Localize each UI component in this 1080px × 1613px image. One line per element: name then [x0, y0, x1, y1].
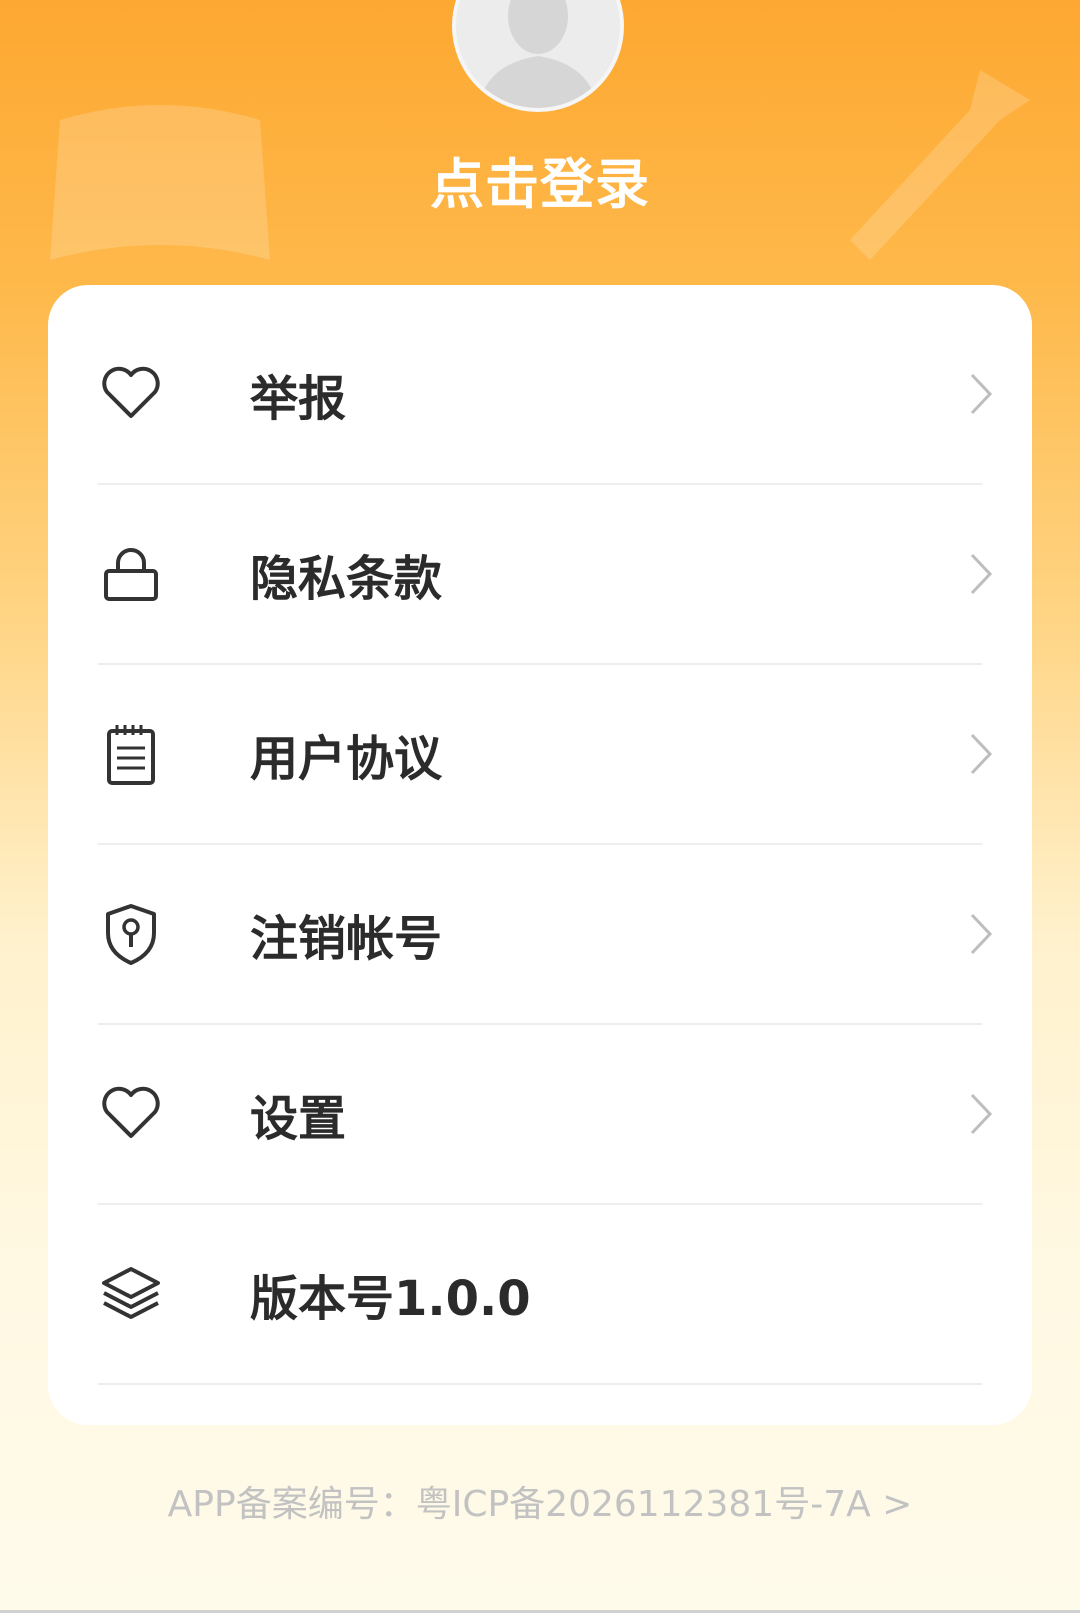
- notepad-icon: [98, 721, 164, 787]
- menu-item-label: 注销帐号: [250, 911, 443, 967]
- menu-item-label: 设置: [250, 1091, 347, 1147]
- chevron-right-icon: [966, 551, 996, 597]
- menu-item-privacy-policy[interactable]: 隐私条款: [98, 485, 993, 665]
- chevron-right-icon: [966, 731, 996, 777]
- chevron-right-icon: [966, 1091, 996, 1137]
- chevron-right-icon: [966, 911, 996, 957]
- lock-icon: [98, 541, 164, 607]
- login-button[interactable]: 点击登录: [0, 140, 1080, 219]
- heart-icon: [98, 361, 164, 427]
- shield-keyhole-icon: [98, 901, 164, 967]
- chevron-right-icon: [966, 371, 996, 417]
- menu-item-delete-account[interactable]: 注销帐号: [98, 845, 993, 1025]
- heart-icon: [98, 1081, 164, 1147]
- menu-item-version: 版本号1.0.0: [98, 1205, 982, 1385]
- menu-item-settings[interactable]: 设置: [98, 1025, 993, 1205]
- menu-item-report[interactable]: 举报: [98, 305, 993, 485]
- default-user-avatar: [456, 0, 620, 108]
- menu-item-label: 用户协议: [250, 731, 443, 787]
- menu-item-user-agreement[interactable]: 用户协议: [98, 665, 993, 845]
- menu-card: 举报 隐私条款 用户协议 注销帐号 设置 版本号1.0.0: [48, 285, 1032, 1425]
- menu-item-label: 举报: [250, 371, 347, 427]
- layers-icon: [98, 1261, 164, 1327]
- icp-record-link[interactable]: APP备案编号：粤ICP备2026112381号-7A >: [0, 1475, 1080, 1527]
- menu-item-label: 隐私条款: [250, 551, 443, 607]
- avatar[interactable]: [452, 0, 624, 112]
- version-label: 版本号1.0.0: [250, 1271, 531, 1327]
